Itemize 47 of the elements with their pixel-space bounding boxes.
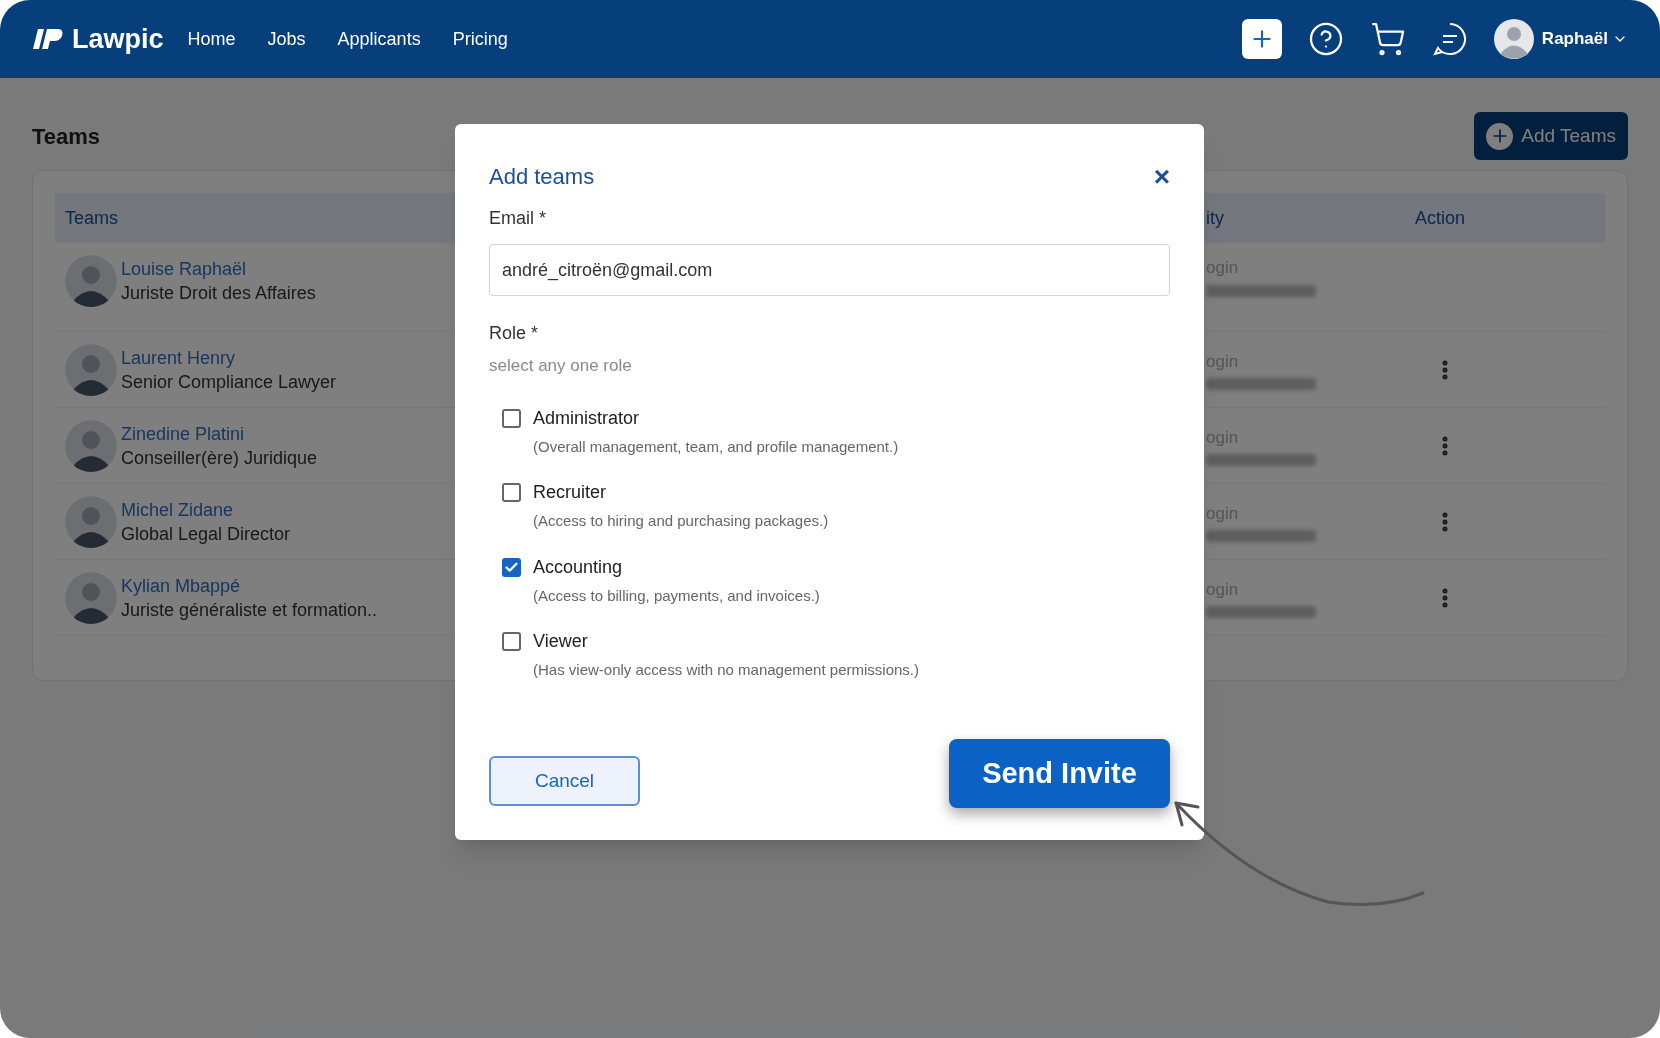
nav-link[interactable]: Pricing bbox=[452, 25, 508, 53]
role-description: (Access to billing, payments, and invoices.) bbox=[533, 585, 820, 606]
member-role: Juriste Droit des Affaires bbox=[121, 282, 316, 305]
role-description: (Overall management, team, and profile management.) bbox=[533, 436, 899, 457]
role-hint: select any one role bbox=[489, 355, 633, 377]
close-button[interactable]: × bbox=[1153, 162, 1170, 191]
cart-icon[interactable] bbox=[1369, 21, 1406, 57]
role-label: Role * bbox=[489, 322, 540, 345]
role-name: Accounting bbox=[533, 555, 624, 579]
send-invite-button[interactable]: Send Invite bbox=[949, 739, 1170, 808]
role-name: Viewer bbox=[533, 630, 589, 653]
member-name[interactable]: Laurent Henry bbox=[121, 345, 337, 370]
dialog-title: Add teams bbox=[489, 163, 595, 191]
member-role: Senior Compliance Lawyer bbox=[121, 370, 337, 394]
member-name[interactable]: Louise Raphaël bbox=[121, 257, 316, 281]
add-teams-button[interactable]: Add Teams bbox=[1474, 112, 1628, 160]
logo-icon bbox=[32, 27, 64, 51]
chat-icon[interactable] bbox=[1431, 21, 1468, 57]
column-header: Teams bbox=[65, 207, 118, 228]
member-role: Global Legal Director bbox=[121, 522, 291, 546]
role-checkbox[interactable] bbox=[502, 408, 521, 428]
column-header: ity bbox=[1206, 207, 1224, 228]
role-description: (Access to hiring and purchasing packages.) bbox=[533, 511, 829, 531]
role-checkbox[interactable] bbox=[502, 483, 521, 502]
avatar-icon[interactable] bbox=[1493, 19, 1534, 59]
cancel-button[interactable]: Cancel bbox=[489, 756, 640, 806]
email-label: Email * bbox=[489, 207, 547, 230]
help-icon[interactable] bbox=[1307, 21, 1344, 57]
column-header: Action bbox=[1415, 206, 1466, 230]
member-role: Juriste généraliste et formation.. bbox=[121, 598, 378, 622]
member-role: Conseiller(ère) Juridique bbox=[121, 446, 318, 470]
nav-link[interactable]: Jobs bbox=[267, 25, 306, 53]
nav-link[interactable]: Applicants bbox=[337, 25, 421, 53]
nav-link[interactable]: Home bbox=[187, 25, 236, 53]
role-checkbox[interactable] bbox=[502, 632, 521, 651]
role-name: Administrator bbox=[533, 406, 641, 430]
role-checkbox[interactable] bbox=[502, 557, 521, 577]
member-name[interactable]: Zinedine Platini bbox=[121, 421, 318, 446]
member-name[interactable]: Kylian Mbappé bbox=[121, 573, 378, 598]
email-field[interactable]: andré_citroën@gmail.com bbox=[489, 244, 1170, 296]
page-title: Teams bbox=[32, 122, 101, 151]
add-button[interactable] bbox=[1241, 19, 1282, 59]
role-name: Recruiter bbox=[533, 481, 608, 504]
logo-text: Lawpic bbox=[72, 22, 164, 56]
user-name[interactable]: Raphaël bbox=[1541, 26, 1608, 52]
role-description: (Has view-only access with no management permissions.) bbox=[533, 660, 919, 680]
member-name[interactable]: Michel Zidane bbox=[121, 497, 291, 522]
